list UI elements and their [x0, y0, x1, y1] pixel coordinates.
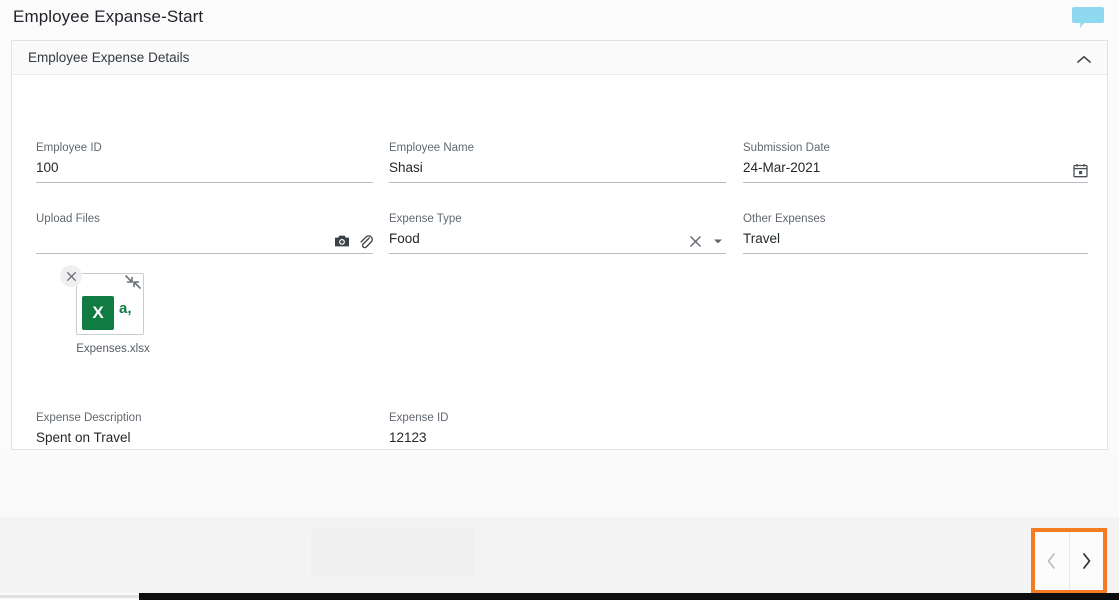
- field-control[interactable]: [36, 425, 373, 453]
- field-icons: [1072, 162, 1088, 182]
- field-control[interactable]: [389, 155, 726, 183]
- field-label: Submission Date: [743, 142, 830, 154]
- pagination-highlight: [1031, 528, 1107, 594]
- close-icon[interactable]: [60, 265, 82, 287]
- bottom-edge-strip: [139, 593, 1119, 600]
- expand-arrows-icon[interactable]: [122, 272, 144, 294]
- field-label: Other Expenses: [743, 213, 826, 225]
- panel-header[interactable]: Employee Expense Details: [12, 41, 1107, 75]
- field-control[interactable]: [743, 226, 1088, 254]
- title-bar: Employee Expanse-Start: [0, 0, 1119, 37]
- expense-details-panel: Employee Expense Details Employee ID Emp…: [11, 40, 1108, 453]
- pagination-controls: [1035, 532, 1103, 590]
- field-label: Employee ID: [36, 142, 102, 154]
- close-icon[interactable]: [687, 233, 703, 249]
- footer-spacer: [0, 450, 1119, 517]
- field-employee-name: Employee Name: [389, 141, 726, 183]
- field-control[interactable]: [743, 155, 1088, 183]
- bottom-edge-left: [0, 595, 139, 598]
- field-label: Upload Files: [36, 213, 100, 225]
- application-window: Employee Expanse-Start Employee Expense …: [0, 0, 1119, 600]
- field-expense-id: Expense ID: [389, 411, 726, 453]
- field-other-expenses: Other Expenses: [743, 212, 1088, 254]
- panel-body: Employee ID Employee Name Submission Dat…: [12, 75, 1107, 453]
- other-expenses-input[interactable]: [743, 229, 1088, 253]
- paperclip-icon[interactable]: [357, 233, 373, 249]
- attachment-file-name: Expenses.xlsx: [76, 343, 150, 355]
- field-upload-files: Upload Files: [36, 212, 373, 254]
- speech-bubble-icon[interactable]: [1070, 5, 1106, 29]
- page-title: Employee Expanse-Start: [13, 7, 204, 26]
- panel-title: Employee Expense Details: [28, 50, 190, 65]
- footer-bar: [0, 517, 1119, 593]
- field-label: Expense ID: [389, 412, 449, 424]
- field-control[interactable]: [389, 226, 726, 254]
- calendar-icon[interactable]: [1072, 162, 1088, 178]
- field-control[interactable]: [389, 425, 726, 453]
- footer-placeholder-block: [311, 529, 474, 577]
- employee-name-input[interactable]: [389, 158, 726, 182]
- field-label: Expense Description: [36, 412, 142, 424]
- expense-id-input[interactable]: [389, 428, 726, 452]
- field-label: Employee Name: [389, 142, 475, 154]
- attachment-preview-text: a,: [119, 300, 132, 317]
- field-icons: [334, 233, 373, 253]
- excel-file-icon: X: [82, 296, 114, 330]
- camera-icon[interactable]: [334, 233, 350, 249]
- submission-date-input[interactable]: [743, 158, 1072, 182]
- chevron-up-icon[interactable]: [1073, 49, 1095, 69]
- field-label: Expense Type: [389, 213, 462, 225]
- field-control[interactable]: [36, 155, 373, 183]
- expense-description-input[interactable]: [36, 428, 373, 452]
- employee-id-input[interactable]: [36, 158, 373, 182]
- chevron-down-icon[interactable]: [710, 233, 726, 249]
- attachment-thumbnail[interactable]: X a, Expenses.xlsx: [60, 265, 166, 365]
- field-expense-description: Expense Description: [36, 411, 373, 453]
- field-control[interactable]: [36, 226, 373, 254]
- field-submission-date: Submission Date: [743, 141, 1088, 183]
- field-icons: [687, 233, 726, 253]
- field-employee-id: Employee ID: [36, 141, 373, 183]
- field-expense-type: Expense Type: [389, 212, 726, 254]
- upload-files-input[interactable]: [36, 229, 334, 253]
- expense-type-input[interactable]: [389, 229, 687, 253]
- chevron-left-icon[interactable]: [1035, 532, 1069, 590]
- chevron-right-icon[interactable]: [1068, 532, 1104, 590]
